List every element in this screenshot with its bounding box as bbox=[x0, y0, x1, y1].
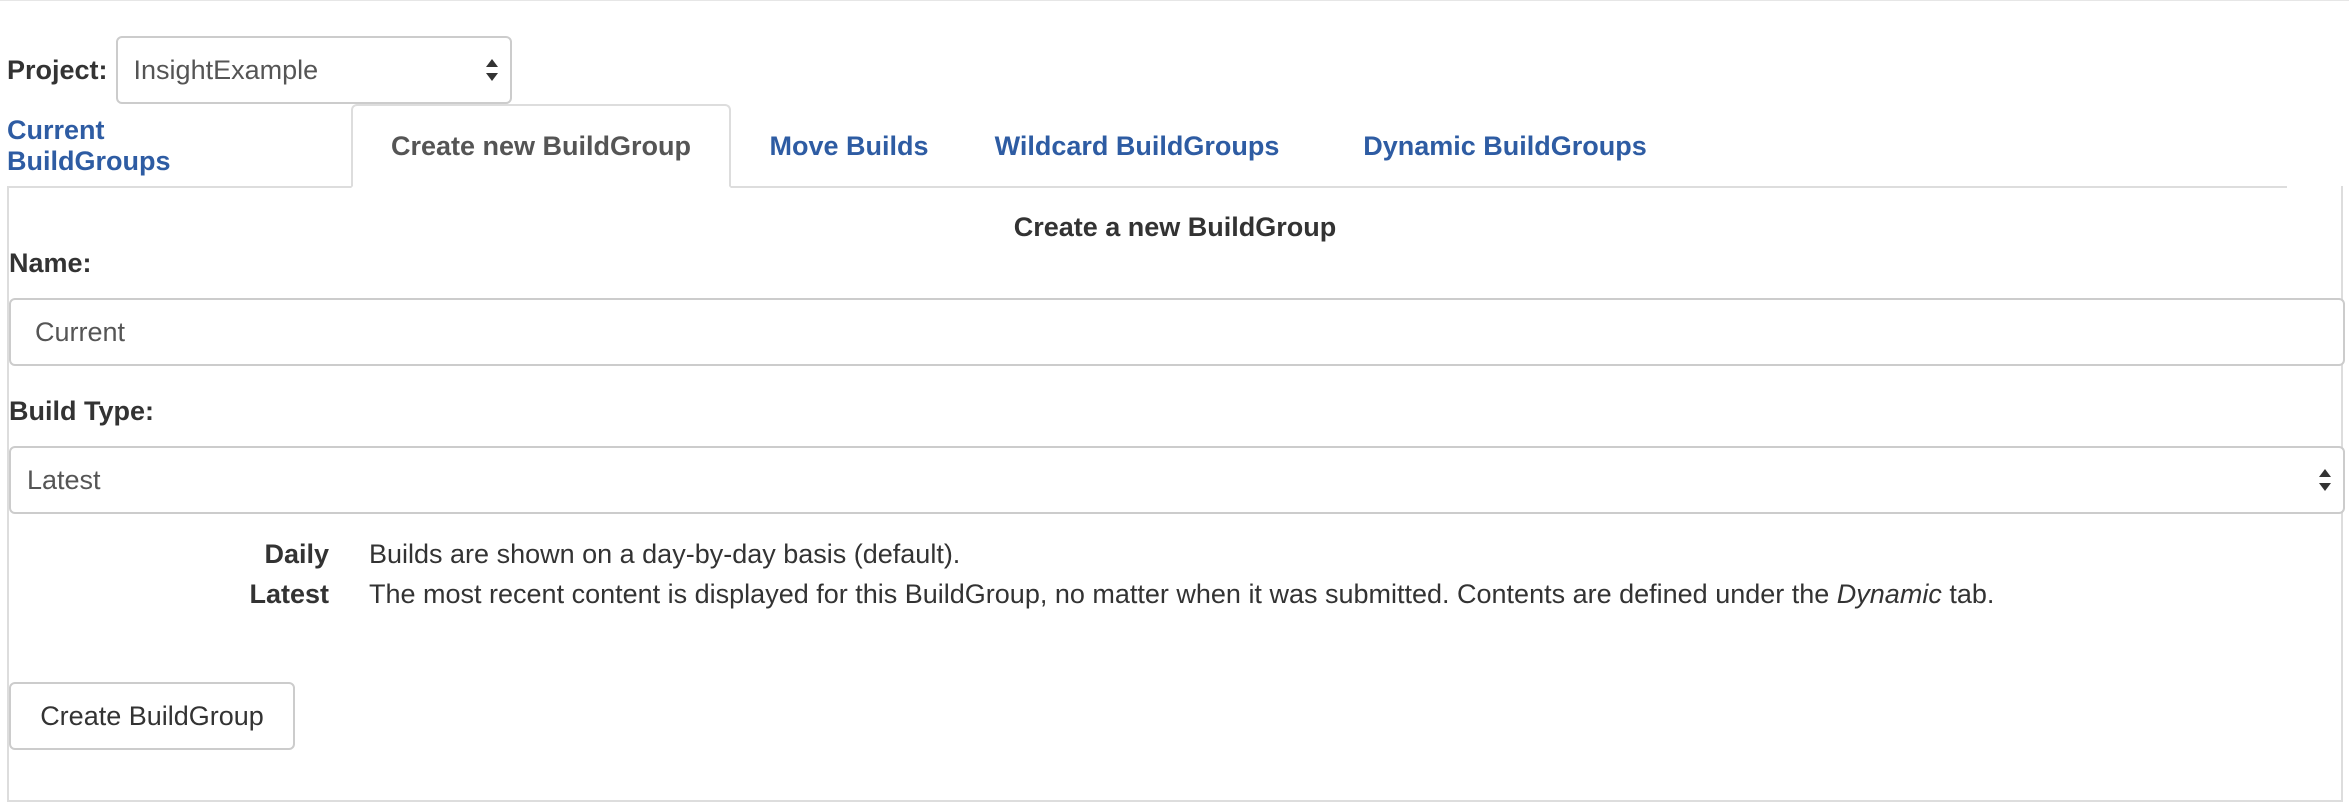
description-text-start: The most recent content is displayed for… bbox=[369, 578, 1837, 609]
tab-create-new-buildgroup[interactable]: Create new BuildGroup bbox=[351, 104, 731, 188]
build-type-select-value: Latest bbox=[27, 464, 101, 495]
description-row: Daily Builds are shown on a day-by-day b… bbox=[9, 534, 1994, 574]
project-select[interactable]: InsightExample bbox=[115, 36, 512, 104]
project-label: Project: bbox=[7, 54, 108, 85]
create-buildgroup-button[interactable]: Create BuildGroup bbox=[9, 682, 295, 750]
description-key: Latest bbox=[249, 578, 329, 609]
description-row: Latest The most recent content is displa… bbox=[9, 574, 1994, 614]
tab-bar: Current BuildGroups Create new BuildGrou… bbox=[7, 104, 2287, 188]
name-input[interactable] bbox=[9, 298, 2345, 366]
tab-wildcard-buildgroups[interactable]: Wildcard BuildGroups bbox=[987, 104, 1287, 188]
build-type-descriptions: Daily Builds are shown on a day-by-day b… bbox=[9, 534, 1994, 614]
build-type-select[interactable]: Latest bbox=[9, 446, 2345, 514]
build-type-label: Build Type: bbox=[9, 396, 154, 426]
select-arrows-icon bbox=[2319, 468, 2331, 492]
tab-move-builds[interactable]: Move Builds bbox=[761, 104, 937, 188]
description-text: Builds are shown on a day-by-day basis (… bbox=[369, 538, 961, 569]
project-select-value: InsightExample bbox=[133, 54, 319, 85]
project-selector-row: Project: InsightExample bbox=[7, 36, 512, 104]
tab-current-buildgroups[interactable]: Current BuildGroups bbox=[7, 104, 229, 188]
form-title: Create a new BuildGroup bbox=[1013, 212, 1337, 242]
tab-dynamic-buildgroups[interactable]: Dynamic BuildGroups bbox=[1333, 104, 1677, 188]
description-text: The most recent content is displayed for… bbox=[369, 574, 1994, 614]
select-arrows-icon bbox=[485, 58, 498, 82]
name-label: Name: bbox=[9, 248, 92, 278]
create-buildgroup-panel: Create a new BuildGroup Name: Build Type… bbox=[7, 186, 2345, 802]
top-divider bbox=[0, 0, 2349, 1]
description-key: Daily bbox=[264, 538, 329, 569]
description-text-end: tab. bbox=[1941, 578, 1995, 609]
dynamic-tab-reference: Dynamic bbox=[1836, 578, 1942, 609]
